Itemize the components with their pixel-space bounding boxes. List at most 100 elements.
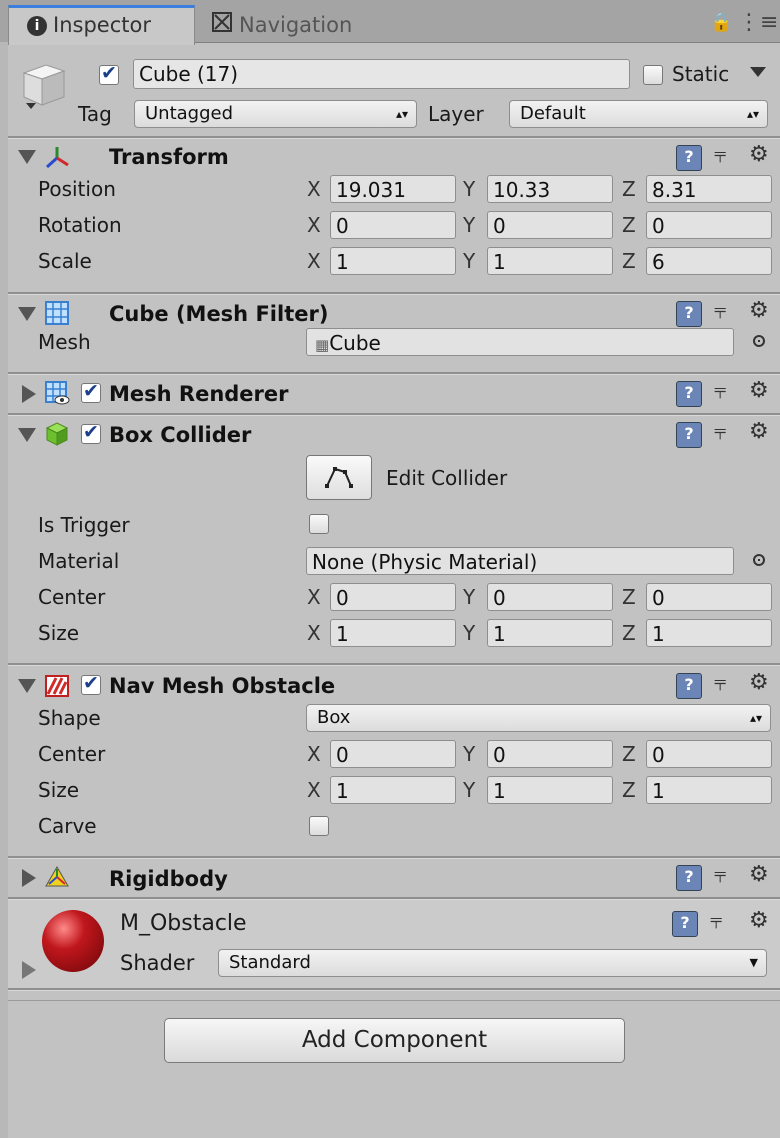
tag-dropdown[interactable]: Untagged ▴▾ [134, 100, 417, 128]
divider [0, 372, 780, 375]
position-y-field[interactable]: 10.33 [487, 175, 613, 203]
object-picker-icon[interactable] [753, 554, 765, 566]
cube-object-icon[interactable] [18, 59, 70, 115]
tab-navigation-label: Navigation [239, 13, 353, 37]
size-label: Size [38, 778, 80, 802]
obstacle-center-y-field[interactable]: 0 [487, 740, 613, 768]
presets-icon[interactable]: ⫧ [714, 300, 726, 324]
foldout-closed-icon[interactable] [22, 385, 36, 403]
axis-x-label: X [307, 249, 321, 273]
gear-icon[interactable]: ⚙ [749, 671, 769, 695]
add-component-button[interactable]: Add Component [164, 1018, 625, 1063]
presets-icon[interactable]: ⫧ [714, 672, 726, 696]
is-trigger-checkbox[interactable] [309, 514, 329, 534]
foldout-closed-icon[interactable] [22, 869, 36, 887]
shape-value: Box [317, 707, 351, 728]
divider [0, 856, 780, 859]
static-dropdown-icon[interactable] [750, 67, 766, 77]
layer-dropdown[interactable]: Default ▴▾ [509, 100, 768, 128]
axis-y-label: Y [463, 778, 476, 802]
carve-checkbox[interactable] [309, 816, 329, 836]
gear-icon[interactable]: ⚙ [749, 299, 769, 323]
presets-icon[interactable]: ⫧ [710, 910, 722, 934]
axis-x-label: X [307, 213, 321, 237]
lock-icon[interactable]: 🔒 [710, 12, 732, 33]
foldout-open-icon[interactable] [18, 679, 36, 693]
material-name: M_Obstacle [120, 911, 247, 936]
object-picker-icon[interactable] [753, 335, 765, 347]
carve-label: Carve [38, 814, 97, 838]
mesh-renderer-title: Mesh Renderer [109, 382, 289, 406]
axis-z-label: Z [622, 585, 636, 609]
mesh-label: Mesh [38, 330, 91, 354]
shape-dropdown[interactable]: Box ▴▾ [306, 704, 771, 732]
gear-icon[interactable]: ⚙ [749, 420, 769, 444]
collider-center-z-field[interactable]: 0 [646, 583, 772, 611]
rotation-z-field[interactable]: 0 [646, 211, 772, 239]
object-header: Cube (17) Static Tag Untagged ▴▾ Layer De… [0, 43, 780, 135]
axis-z-label: Z [622, 742, 636, 766]
transform-icon [44, 145, 69, 169]
foldout-closed-icon[interactable] [22, 961, 36, 979]
obstacle-center-x-field[interactable]: 0 [330, 740, 456, 768]
presets-icon[interactable]: ⫧ [714, 421, 726, 445]
axis-y-label: Y [463, 213, 476, 237]
collider-size-z-field[interactable]: 1 [646, 619, 772, 647]
help-icon[interactable]: ? [676, 301, 702, 327]
tab-inspector[interactable]: i Inspector [8, 5, 195, 45]
mesh-field[interactable]: ▦Cube [306, 328, 734, 356]
obstacle-size-y-field[interactable]: 1 [487, 776, 613, 804]
obstacle-size-z-field[interactable]: 1 [646, 776, 772, 804]
obstacle-size-x-field[interactable]: 1 [330, 776, 456, 804]
gear-icon[interactable]: ⚙ [749, 379, 769, 403]
nav-mesh-obstacle-enabled-checkbox[interactable] [81, 672, 101, 695]
edit-collider-button[interactable] [306, 455, 372, 500]
position-z-field[interactable]: 8.31 [646, 175, 772, 203]
object-name-field[interactable]: Cube (17) [133, 59, 630, 89]
help-icon[interactable]: ? [676, 145, 702, 171]
scale-z-field[interactable]: 6 [646, 247, 772, 275]
foldout-open-icon[interactable] [18, 150, 36, 164]
box-collider-enabled-checkbox[interactable] [81, 421, 101, 444]
nav-mesh-obstacle-title: Nav Mesh Obstacle [109, 674, 336, 698]
presets-icon[interactable]: ⫧ [714, 144, 726, 168]
divider [0, 1000, 780, 1001]
scale-x-field[interactable]: 1 [330, 247, 456, 275]
collider-size-x-field[interactable]: 1 [330, 619, 456, 647]
tab-navigation[interactable]: Navigation [205, 8, 352, 42]
obstacle-center-z-field[interactable]: 0 [646, 740, 772, 768]
rotation-x-field[interactable]: 0 [330, 211, 456, 239]
rotation-y-field[interactable]: 0 [487, 211, 613, 239]
axis-z-label: Z [622, 621, 636, 645]
collider-center-x-field[interactable]: 0 [330, 583, 456, 611]
axis-z-label: Z [622, 213, 636, 237]
static-checkbox[interactable] [643, 65, 663, 85]
mesh-value: Cube [329, 331, 381, 355]
physic-material-field[interactable]: None (Physic Material) [306, 547, 734, 575]
gear-icon[interactable]: ⚙ [749, 143, 769, 167]
position-x-field[interactable]: 19.031 [330, 175, 456, 203]
help-icon[interactable]: ? [676, 422, 702, 448]
scale-y-field[interactable]: 1 [487, 247, 613, 275]
material-preview-sphere[interactable] [42, 910, 104, 972]
foldout-open-icon[interactable] [18, 307, 36, 321]
mesh-renderer-enabled-checkbox[interactable] [81, 380, 101, 403]
help-icon[interactable]: ? [672, 911, 698, 937]
size-label: Size [38, 621, 80, 645]
gear-icon[interactable]: ⚙ [749, 863, 769, 887]
gear-icon[interactable]: ⚙ [749, 909, 769, 933]
shader-dropdown[interactable]: Standard ▼ [218, 949, 767, 977]
help-icon[interactable]: ? [676, 673, 702, 699]
help-icon[interactable]: ? [676, 381, 702, 407]
divider [0, 136, 780, 139]
presets-icon[interactable]: ⫧ [714, 380, 726, 404]
dropdown-arrows-icon: ▴▾ [749, 711, 762, 725]
foldout-open-icon[interactable] [18, 428, 36, 442]
menu-icon[interactable]: ⋮≡ [738, 10, 778, 35]
is-trigger-label: Is Trigger [38, 513, 130, 537]
active-checkbox[interactable] [99, 62, 119, 85]
help-icon[interactable]: ? [676, 865, 702, 891]
presets-icon[interactable]: ⫧ [714, 864, 726, 888]
collider-size-y-field[interactable]: 1 [487, 619, 613, 647]
collider-center-y-field[interactable]: 0 [487, 583, 613, 611]
